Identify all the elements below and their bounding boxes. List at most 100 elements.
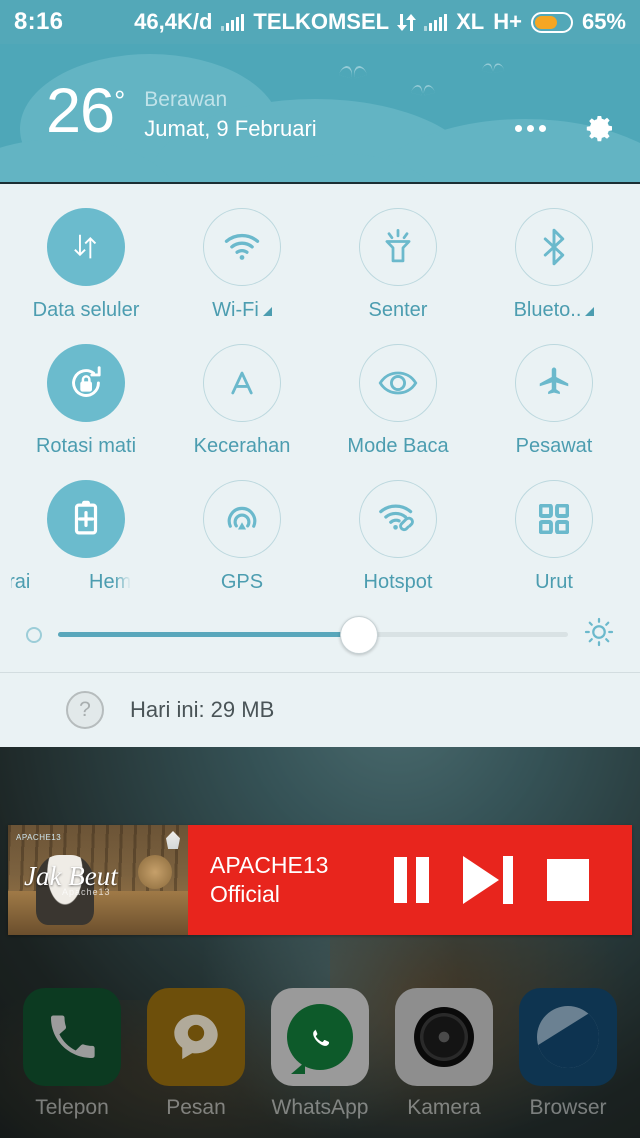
weather-date: Jumat, 9 Februari	[144, 116, 317, 142]
gps-icon	[227, 506, 257, 530]
brightness-slider-track[interactable]	[58, 615, 568, 654]
signal-bars-icon	[424, 13, 448, 31]
toggle-wifi[interactable]: Wi-Fi	[164, 198, 320, 334]
toggle-label: Data seluler	[33, 299, 140, 322]
pause-icon[interactable]	[394, 857, 429, 903]
toggle-label: Senter	[369, 299, 428, 322]
dock-item-kamera[interactable]: Kamera	[388, 988, 500, 1120]
toggle-label-text: Kecerahan	[193, 435, 291, 457]
next-track-icon[interactable]	[463, 856, 513, 904]
toggle-kecerahan[interactable]: Kecerahan	[164, 334, 320, 470]
help-icon[interactable]: ?	[66, 691, 104, 729]
album-art-thumbnail: APACHE13 Jak Beut Apache13	[8, 825, 188, 935]
toggle-pesawat[interactable]: Pesawat	[476, 334, 632, 470]
media-notification[interactable]: APACHE13 Jak Beut Apache13 APACHE13 Offi…	[8, 825, 632, 935]
expand-triangle-icon[interactable]	[585, 307, 595, 316]
home-dock: Telepon Pesan WhatsApp Kamera Browser	[0, 988, 640, 1120]
toggle-circle	[359, 208, 437, 286]
message-icon	[147, 988, 245, 1086]
toggle-label: Urut	[535, 571, 573, 594]
quick-settings-panel: Data seluler Wi-Fi Senter Blueto.. Rotas…	[0, 182, 640, 747]
more-options-icon[interactable]	[515, 124, 546, 132]
toggle-label-text: Hotspot	[363, 571, 433, 593]
toggle-senter[interactable]: Senter	[320, 198, 476, 334]
brightness-slider-fill	[58, 632, 359, 637]
media-notification-body: APACHE13 Official	[188, 825, 632, 935]
toggle-label-text: Senter	[368, 299, 428, 321]
media-title-line2: Official	[210, 881, 280, 907]
media-controls	[394, 856, 589, 904]
data-transfer-icon	[397, 13, 417, 32]
toggle-circle	[203, 344, 281, 422]
brightness-slider-row[interactable]	[0, 611, 640, 672]
dock-item-telepon[interactable]: Telepon	[16, 988, 128, 1120]
toggle-gps[interactable]: GPS	[164, 470, 320, 607]
weather-header[interactable]: 26° Berawan Jumat, 9 Februari	[0, 44, 640, 182]
toggle-circle	[47, 344, 125, 422]
toggle-label: Wi-Fi	[212, 299, 272, 322]
toggle-label-text: Blueto..	[513, 299, 582, 321]
dock-item-browser[interactable]: Browser	[512, 988, 624, 1120]
toggle-circle	[203, 480, 281, 558]
carrier-2-label: XL	[456, 9, 485, 34]
expand-triangle-icon[interactable]	[262, 307, 272, 316]
dock-item-whatsapp[interactable]: WhatsApp	[264, 988, 376, 1120]
brightness-slider-thumb[interactable]	[339, 615, 378, 654]
stop-icon[interactable]	[547, 859, 589, 901]
toggle-hotspot[interactable]: Hotspot	[320, 470, 476, 607]
carrier-1-label: TELKOMSEL	[253, 9, 390, 34]
album-art-logo: APACHE13	[16, 833, 62, 842]
toggle-circle	[47, 480, 125, 558]
toggle-label: Mode Baca	[347, 435, 448, 458]
bird-icon	[483, 63, 504, 73]
status-bar: 8:16 46,4K/d TELKOMSEL XL H+ 65%	[0, 0, 640, 44]
brightness-high-icon	[584, 617, 614, 652]
hotspot-icon	[379, 504, 414, 532]
data-rate-label: 46,4K/d	[134, 9, 213, 34]
toggle-data-seluler[interactable]: Data seluler	[8, 198, 164, 334]
toggle-label-text: Mode Baca	[347, 435, 449, 457]
notification-area: APACHE13 Jak Beut Apache13 APACHE13 Offi…	[0, 825, 640, 935]
dock-item-pesan[interactable]: Pesan	[140, 988, 252, 1120]
toggle-circle	[515, 480, 593, 558]
toggle-rotasi-mati[interactable]: Rotasi mati	[8, 334, 164, 470]
phone-icon	[23, 988, 121, 1086]
toggle-label-text: Data seluler	[32, 299, 140, 321]
toggle-circle	[515, 208, 593, 286]
toggle-label: Pesawat	[516, 435, 593, 458]
airplane-icon	[539, 367, 569, 395]
data-usage-row[interactable]: ? Hari ini: 29 MB	[0, 672, 640, 747]
toggle-mode-baca[interactable]: Mode Baca	[320, 334, 476, 470]
toggle-label: Rotasi mati	[36, 435, 136, 458]
toggle-circle	[203, 208, 281, 286]
temperature-value: 26	[46, 76, 115, 146]
bluetooth-icon	[543, 228, 565, 266]
auto-brightness-icon	[231, 371, 253, 395]
camera-icon	[395, 988, 493, 1086]
toggle-label: GPS	[221, 571, 263, 594]
dock-label: Browser	[529, 1096, 607, 1119]
network-type-label: H+	[493, 9, 522, 34]
toggle-urut[interactable]: Urut	[476, 470, 632, 607]
toggle-bluetooth[interactable]: Blueto..	[476, 198, 632, 334]
toggle-label-text: GPS	[220, 571, 264, 593]
toggle-label: Hotspot	[364, 571, 433, 594]
weather-summary: 26° Berawan Jumat, 9 Februari	[46, 80, 317, 144]
media-title: APACHE13 Official	[210, 851, 370, 909]
grid-sort-icon	[539, 504, 569, 534]
toggle-hemat-baterai[interactable]: erai Hem	[8, 470, 164, 607]
flashlight-icon	[385, 229, 411, 263]
rotation-lock-icon	[72, 366, 101, 397]
gear-icon[interactable]	[582, 110, 618, 146]
weather-temperature: 26°	[46, 80, 125, 143]
toggle-label-text: Pesawat	[515, 435, 593, 457]
weather-condition: Berawan	[144, 88, 228, 111]
battery-saver-icon	[74, 500, 98, 535]
help-glyph: ?	[79, 698, 91, 721]
media-title-line1: APACHE13	[210, 852, 329, 879]
data-usage-label: Hari ini: 29 MB	[130, 697, 275, 722]
status-indicators: 46,4K/d TELKOMSEL XL H+ 65%	[134, 9, 626, 35]
status-clock: 8:16	[14, 8, 64, 35]
header-actions	[515, 110, 618, 146]
whatsapp-icon	[271, 988, 369, 1086]
